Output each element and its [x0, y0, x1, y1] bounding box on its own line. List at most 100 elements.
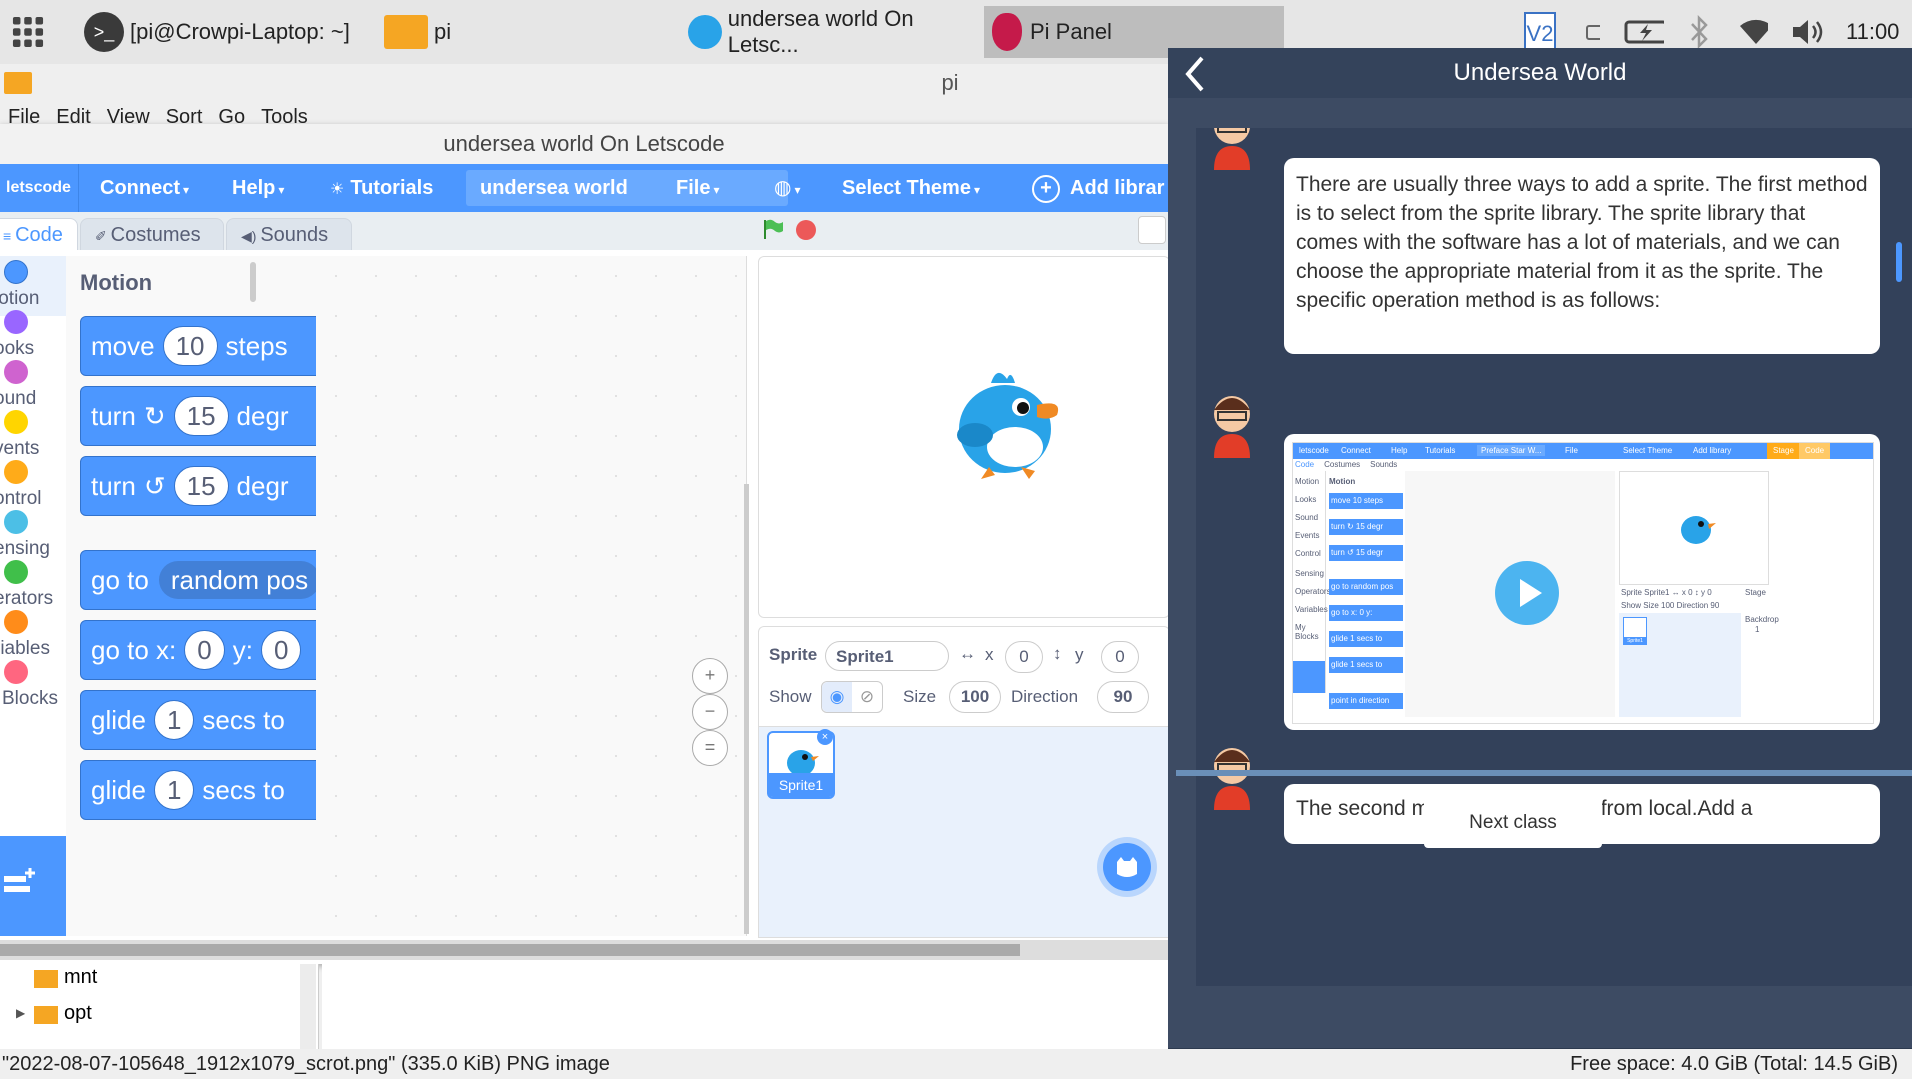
eye-slash-icon[interactable]: ⊘: [852, 682, 882, 712]
video-sprite-thumb-label: Sprite1: [1623, 637, 1647, 645]
block-input[interactable]: 0: [184, 630, 225, 670]
block-input[interactable]: 0: [260, 630, 302, 670]
chevron-down-icon: ▾: [794, 183, 801, 197]
y-input[interactable]: 0: [1101, 641, 1139, 673]
video-backdrops-label: Backdrop: [1745, 615, 1779, 624]
add-sprite-button[interactable]: [1103, 843, 1151, 891]
tab-code[interactable]: ≡ Code: [0, 218, 78, 250]
pi-panel-header: Undersea World: [1168, 48, 1912, 98]
block-glide[interactable]: glide 1 secs to: [80, 760, 316, 820]
stage-layout-icon[interactable]: [1138, 216, 1166, 244]
script-scrollbar[interactable]: [744, 484, 749, 934]
video-tabs: Code Costumes Sounds: [1295, 460, 1397, 469]
app-menu-icon[interactable]: [4, 6, 52, 58]
play-button[interactable]: [1495, 561, 1559, 625]
block-go-to[interactable]: go to random pos: [80, 550, 316, 610]
add-library-label: Add librar: [1070, 177, 1165, 199]
add-library-button[interactable]: + Add librar: [1032, 164, 1164, 212]
file-menu[interactable]: File ▾: [676, 164, 719, 212]
block-input[interactable]: 1: [153, 700, 195, 740]
block-text: go to: [91, 564, 149, 595]
video-frame[interactable]: letscode Connect Help Tutorials Preface …: [1292, 442, 1874, 724]
plus-circle-icon: +: [1032, 175, 1060, 203]
block-input[interactable]: 10: [162, 326, 218, 366]
tab-sounds[interactable]: ◀) Sounds: [226, 218, 352, 250]
delete-sprite-icon[interactable]: ×: [817, 729, 833, 745]
video-sprite-row: Sprite Sprite1 ↔ x 0 ↕ y 0: [1621, 588, 1712, 597]
taskbar-folder[interactable]: pi: [376, 6, 576, 58]
block-input[interactable]: 15: [173, 396, 229, 436]
eye-icon[interactable]: ◉: [822, 682, 852, 712]
palette-title: Motion: [80, 270, 153, 295]
tab-sounds-label: Sounds: [260, 224, 329, 246]
block-dropdown[interactable]: random pos: [158, 561, 316, 599]
block-text: secs to: [202, 704, 285, 735]
block-go-to-xy[interactable]: go to x: 0 y: 0: [80, 620, 316, 680]
x-input[interactable]: 0: [1005, 641, 1043, 673]
category-dot: [4, 360, 28, 384]
horizontal-scrollbar-thumb[interactable]: [0, 944, 1020, 956]
zoom-reset-button[interactable]: =: [692, 730, 728, 766]
category-dot: [4, 460, 28, 484]
category-dot: [4, 560, 28, 584]
file-list[interactable]: [322, 964, 1168, 1049]
tree-scrollbar[interactable]: [300, 964, 316, 1049]
video-sprite-list: Sprite1: [1619, 613, 1741, 717]
palette-scrollbar[interactable]: [250, 262, 256, 302]
direction-input[interactable]: 90: [1097, 681, 1149, 713]
direction-label: Direction: [1011, 687, 1079, 706]
block-text: glide: [91, 704, 146, 735]
horizontal-scrollbar[interactable]: [0, 940, 1168, 960]
help-menu[interactable]: Help ▾: [232, 164, 284, 212]
speaker-icon: ◀): [241, 228, 261, 244]
theme-menu[interactable]: Select Theme ▾: [842, 164, 980, 212]
block-input[interactable]: 1: [153, 770, 195, 810]
block-turn-right[interactable]: turn ↻ 15 degr: [80, 386, 316, 446]
letscode-titlebar: undersea world On Letscode: [0, 124, 1168, 164]
connect-menu[interactable]: Connect ▾: [100, 164, 189, 212]
script-area[interactable]: [316, 256, 747, 936]
block-input[interactable]: 15: [173, 466, 229, 506]
zoom-in-button[interactable]: +: [692, 658, 728, 694]
next-class-button[interactable]: Next class: [1424, 798, 1602, 848]
expand-arrow-icon[interactable]: ▶: [16, 1006, 25, 1020]
tree-item-opt[interactable]: opt: [64, 1002, 92, 1025]
tree-item-mnt[interactable]: mnt: [64, 966, 97, 989]
lesson-content[interactable]: There are usually three ways to add a sp…: [1196, 128, 1912, 986]
video-block: glide 1 secs to: [1329, 657, 1403, 673]
sprite-list: × Sprite1: [758, 726, 1170, 938]
video-cat: My Blocks: [1295, 623, 1319, 641]
stop-icon[interactable]: [796, 220, 816, 240]
letscode-logo[interactable]: letscode: [6, 164, 71, 212]
language-menu[interactable]: ◍ ▾: [774, 164, 800, 212]
tutorials-menu[interactable]: ☀ Tutorials: [330, 164, 433, 212]
zoom-out-button[interactable]: −: [692, 694, 728, 730]
stage[interactable]: [758, 256, 1170, 618]
add-extension-button[interactable]: [0, 836, 66, 936]
block-text: turn: [91, 470, 136, 501]
video-tab-code: Code: [1295, 460, 1315, 469]
raspberry-icon: [992, 13, 1022, 51]
video-sprite-thumb: [1623, 617, 1647, 639]
taskbar-terminal[interactable]: >_ [pi@Crowpi-Laptop: ~]: [76, 6, 374, 58]
category-myblocks[interactable]: Blocks: [0, 656, 66, 716]
content-scrollbar[interactable]: [1896, 242, 1902, 282]
sprite-name-input[interactable]: Sprite1: [825, 641, 949, 671]
block-glide[interactable]: glide 1 secs to: [80, 690, 316, 750]
chevron-down-icon: ▾: [713, 183, 720, 197]
video-tab-sounds: Sounds: [1370, 460, 1398, 469]
back-arrow-icon[interactable]: [1180, 54, 1210, 94]
pi-panel-window: Undersea World There are usually three w…: [1168, 48, 1912, 1048]
zoom-in-icon: +: [704, 665, 716, 685]
tab-costumes[interactable]: ✐ Costumes: [80, 218, 224, 250]
block-turn-left[interactable]: turn ↺ 15 degr: [80, 456, 316, 516]
size-input[interactable]: 100: [949, 681, 1001, 713]
video-file: File: [1565, 446, 1578, 455]
teacher-avatar: [1206, 128, 1258, 170]
block-text: degr: [236, 470, 289, 501]
category-label: Blocks: [2, 688, 58, 709]
green-flag-icon[interactable]: [762, 218, 784, 240]
taskbar-browser[interactable]: undersea world On Letsc...: [680, 6, 982, 58]
block-move-steps[interactable]: move 10 steps: [80, 316, 316, 376]
bird-sprite[interactable]: [945, 359, 1075, 489]
